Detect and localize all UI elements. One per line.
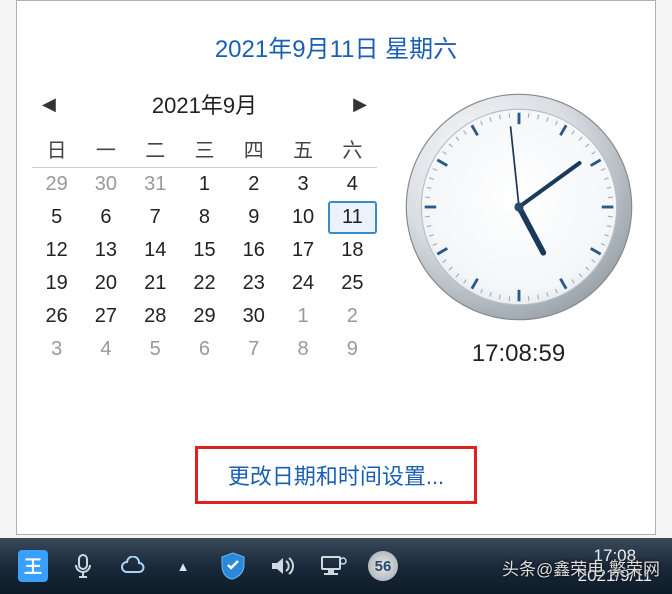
calendar-day[interactable]: 20 [81, 267, 130, 300]
calendar-day[interactable]: 23 [229, 267, 278, 300]
calendar-day[interactable]: 26 [32, 300, 81, 333]
calendar-day[interactable]: 8 [180, 201, 229, 234]
calendar-panel: ◀ 2021年9月 ▶ 日一二三四五六293031123456789101112… [32, 82, 377, 368]
calendar-nav: ◀ 2021年9月 ▶ [32, 82, 377, 126]
calendar-grid: 日一二三四五六293031123456789101112131415161718… [32, 126, 377, 366]
security-shield-icon[interactable] [212, 545, 254, 587]
calendar-day[interactable]: 13 [81, 234, 130, 267]
calendar-day[interactable]: 14 [131, 234, 180, 267]
clock-panel: 17:08:59 [397, 82, 640, 368]
calendar-day[interactable]: 2 [328, 300, 377, 333]
calendar-day[interactable]: 10 [278, 201, 327, 234]
digital-time-label: 17:08:59 [472, 340, 565, 368]
clock-face-svg [404, 92, 634, 322]
calendar-day[interactable]: 7 [229, 333, 278, 366]
calendar-day[interactable]: 21 [131, 267, 180, 300]
weekday-header: 日 [32, 126, 81, 168]
settings-bar: 更改日期和时间设置... [17, 446, 655, 504]
calendar-day[interactable]: 9 [229, 201, 278, 234]
tray-expand-icon[interactable]: ▲ [162, 545, 204, 587]
calendar-day[interactable]: 29 [180, 300, 229, 333]
month-year-label[interactable]: 2021年9月 [152, 88, 257, 120]
badge-icon[interactable]: 56 [362, 545, 404, 587]
calendar-day[interactable]: 3 [278, 168, 327, 201]
calendar-day[interactable]: 3 [32, 333, 81, 366]
settings-highlight-box: 更改日期和时间设置... [195, 446, 477, 504]
change-date-time-settings-link[interactable]: 更改日期和时间设置... [228, 464, 444, 489]
calendar-day[interactable]: 4 [81, 333, 130, 366]
calendar-day[interactable]: 6 [180, 333, 229, 366]
calendar-day[interactable]: 17 [278, 234, 327, 267]
current-date-header: 2021年9月11日 星期六 [17, 1, 655, 82]
weekday-header: 一 [81, 126, 130, 168]
calendar-day[interactable]: 1 [278, 300, 327, 333]
date-time-popup: 2021年9月11日 星期六 ◀ 2021年9月 ▶ 日一二三四五六293031… [16, 0, 656, 535]
calendar-day[interactable]: 31 [131, 168, 180, 201]
calendar-day[interactable]: 12 [32, 234, 81, 267]
calendar-day-selected[interactable]: 11 [328, 201, 377, 234]
calendar-day[interactable]: 9 [328, 333, 377, 366]
calendar-day[interactable]: 30 [229, 300, 278, 333]
calendar-day[interactable]: 29 [32, 168, 81, 201]
mic-icon[interactable] [62, 545, 104, 587]
calendar-day[interactable]: 4 [328, 168, 377, 201]
network-icon[interactable] [312, 545, 354, 587]
next-month-button[interactable]: ▶ [353, 94, 367, 115]
watermark-right: 头条@鑫荣电 繁荣网 [502, 555, 660, 580]
ime-icon[interactable]: 王 [12, 545, 54, 587]
calendar-day[interactable]: 22 [180, 267, 229, 300]
cloud-icon[interactable] [112, 545, 154, 587]
calendar-day[interactable]: 6 [81, 201, 130, 234]
calendar-day[interactable]: 27 [81, 300, 130, 333]
calendar-day[interactable]: 5 [131, 333, 180, 366]
weekday-header: 四 [229, 126, 278, 168]
weekday-header: 二 [131, 126, 180, 168]
weekday-header: 三 [180, 126, 229, 168]
calendar-day[interactable]: 28 [131, 300, 180, 333]
calendar-day[interactable]: 2 [229, 168, 278, 201]
calendar-day[interactable]: 18 [328, 234, 377, 267]
analog-clock [404, 92, 634, 322]
calendar-day[interactable]: 5 [32, 201, 81, 234]
weekday-header: 五 [278, 126, 327, 168]
calendar-day[interactable]: 16 [229, 234, 278, 267]
weekday-header: 六 [328, 126, 377, 168]
prev-month-button[interactable]: ◀ [42, 94, 56, 115]
volume-icon[interactable] [262, 545, 304, 587]
calendar-day[interactable]: 15 [180, 234, 229, 267]
calendar-day[interactable]: 30 [81, 168, 130, 201]
calendar-day[interactable]: 19 [32, 267, 81, 300]
calendar-day[interactable]: 7 [131, 201, 180, 234]
calendar-day[interactable]: 1 [180, 168, 229, 201]
calendar-day[interactable]: 25 [328, 267, 377, 300]
calendar-day[interactable]: 24 [278, 267, 327, 300]
calendar-day[interactable]: 8 [278, 333, 327, 366]
popup-content: ◀ 2021年9月 ▶ 日一二三四五六293031123456789101112… [17, 82, 655, 368]
